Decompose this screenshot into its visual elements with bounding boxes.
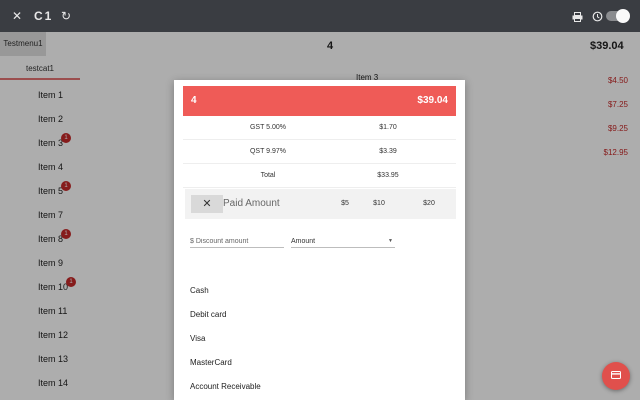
payment-card-icon xyxy=(611,371,621,379)
payment-fab[interactable] xyxy=(602,362,630,390)
payment-method-cash[interactable]: Cash xyxy=(190,286,209,295)
print-icon[interactable] xyxy=(570,0,584,32)
chevron-down-icon: ▼ xyxy=(388,238,393,244)
payment-header: 4 $39.04 xyxy=(183,86,456,116)
tax-label: GST 5.00% xyxy=(249,124,287,131)
clear-paid-amount-button[interactable]: ✕ xyxy=(191,195,223,213)
quick-amount-button[interactable]: $20 xyxy=(417,189,441,219)
tax-row: QST 9.97% $3.39 xyxy=(183,140,456,164)
tax-label: QST 9.97% xyxy=(249,148,287,155)
discount-amount-input[interactable] xyxy=(190,236,284,248)
refresh-icon[interactable]: ↻ xyxy=(60,0,72,32)
paid-amount-bar: ✕ Paid Amount $5 $10 $20 xyxy=(185,189,456,219)
total-value: $33.95 xyxy=(377,172,399,179)
tax-value: $3.39 xyxy=(379,148,397,155)
quick-amount-button[interactable]: $10 xyxy=(367,189,391,219)
paid-amount-label[interactable]: Paid Amount xyxy=(223,189,280,219)
discount-type-select[interactable]: Amount ▼ xyxy=(291,236,395,248)
mode-toggle[interactable] xyxy=(606,9,630,23)
total-label: Total xyxy=(260,172,276,179)
total-row: Total $33.95 xyxy=(183,164,456,188)
quick-amount-button[interactable]: $5 xyxy=(333,189,357,219)
tax-value: $1.70 xyxy=(379,124,397,131)
payment-dialog: 4 $39.04 GST 5.00% $1.70 QST 9.97% $3.39… xyxy=(174,80,465,400)
payment-method-visa[interactable]: Visa xyxy=(190,334,205,343)
tax-row: GST 5.00% $1.70 xyxy=(183,116,456,140)
payment-method-mastercard[interactable]: MasterCard xyxy=(190,358,232,367)
toggle-knob xyxy=(616,9,630,23)
history-icon[interactable] xyxy=(590,0,604,32)
discount-type-value: Amount xyxy=(291,238,316,245)
payment-quantity: 4 xyxy=(191,95,197,106)
payment-method-debit[interactable]: Debit card xyxy=(190,310,226,319)
table-title: C1 xyxy=(34,9,54,23)
close-icon[interactable]: ✕ xyxy=(10,0,24,32)
payment-total: $39.04 xyxy=(417,95,448,106)
payment-method-account-receivable[interactable]: Account Receivable xyxy=(190,382,261,391)
top-app-bar: ✕ C1 ↻ xyxy=(0,0,640,32)
